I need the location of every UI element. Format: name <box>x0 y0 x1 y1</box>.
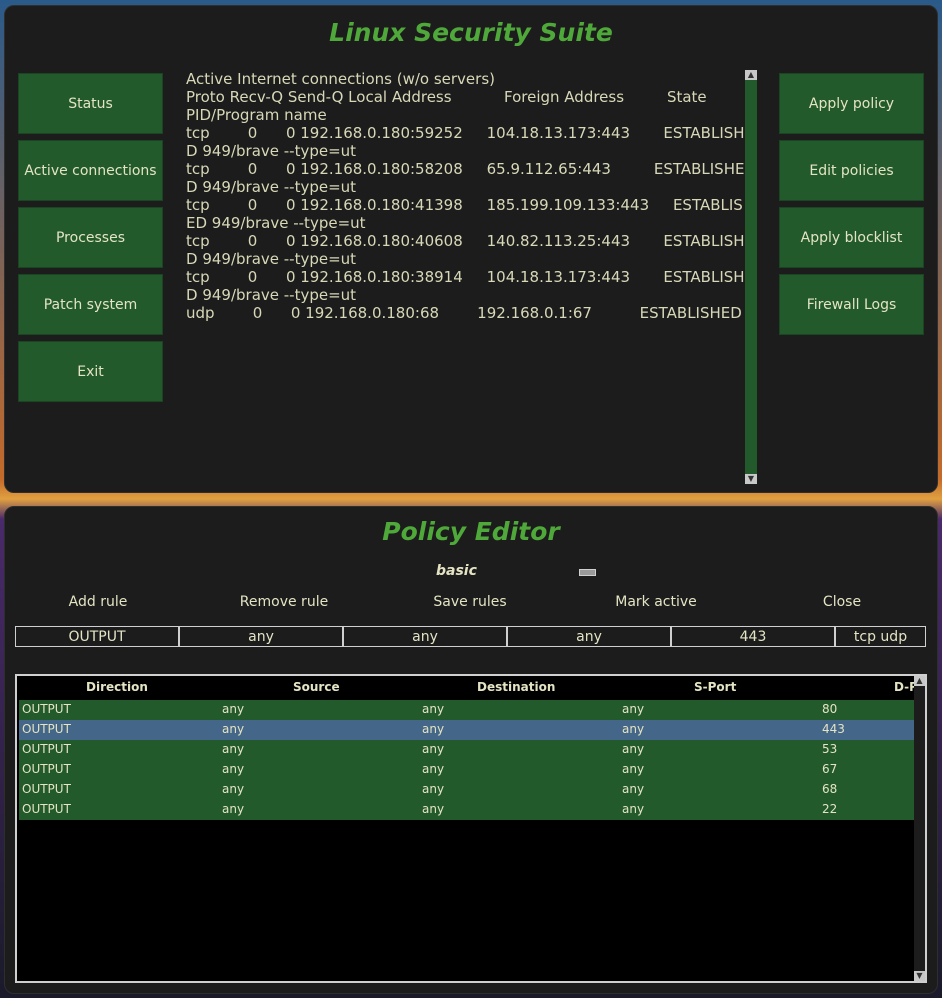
output-line: Proto Recv-Q Send-Q Local Address Foreig… <box>186 88 707 106</box>
connections-output: Active Internet connections (w/o servers… <box>186 70 744 482</box>
column-header-destination[interactable]: Destination <box>477 680 555 694</box>
cell-destination: any <box>422 782 445 796</box>
column-header-sport[interactable]: S-Port <box>694 680 736 694</box>
cell-sport: any <box>622 722 645 736</box>
cell-destination: any <box>422 742 445 756</box>
table-row[interactable]: OUTPUT any any any 80 <box>19 700 914 720</box>
output-line: Active Internet connections (w/o servers… <box>186 70 495 88</box>
cell-destination: any <box>422 762 445 776</box>
firewall-logs-button[interactable]: Firewall Logs <box>779 274 924 335</box>
cell-dport: 53 <box>822 742 838 756</box>
source-port-field[interactable]: any <box>507 626 671 647</box>
cell-direction: OUTPUT <box>22 722 71 736</box>
cell-dport: 80 <box>822 702 838 716</box>
add-rule-button[interactable]: Add rule <box>48 594 148 610</box>
cell-sport: any <box>622 762 645 776</box>
output-line: udp 0 0 192.168.0.180:68 192.168.0.1:67 … <box>186 304 744 322</box>
scroll-up-icon[interactable]: ▲ <box>745 70 757 80</box>
cell-destination: any <box>422 702 445 716</box>
output-line: tcp 0 0 192.168.0.180:38914 104.18.13.17… <box>186 268 744 286</box>
cell-source: any <box>222 722 245 736</box>
apply-policy-button[interactable]: Apply policy <box>779 73 924 134</box>
cell-dport: 67 <box>822 762 838 776</box>
app-title: Linux Security Suite <box>329 18 613 47</box>
column-header-direction[interactable]: Direction <box>86 680 148 694</box>
status-button[interactable]: Status <box>18 73 163 134</box>
rules-table: Direction Source Destination S-Port D-P … <box>15 674 927 983</box>
patch-system-button[interactable]: Patch system <box>18 274 163 335</box>
output-line: tcp 0 0 192.168.0.180:59252 104.18.13.17… <box>186 124 744 142</box>
cell-source: any <box>222 802 245 816</box>
cell-source: any <box>222 742 245 756</box>
table-row[interactable]: OUTPUT any any any 68 <box>19 780 914 800</box>
cell-dport: 443 <box>822 722 845 736</box>
output-line: D 949/brave --type=ut <box>186 250 357 268</box>
cell-destination: any <box>422 722 445 736</box>
table-row[interactable]: OUTPUT any any any 53 <box>19 740 914 760</box>
output-line: tcp 0 0 192.168.0.180:58208 65.9.112.65:… <box>186 160 744 178</box>
cell-sport: any <box>622 742 645 756</box>
cell-direction: OUTPUT <box>22 782 71 796</box>
protocol-field[interactable]: tcp udp <box>835 626 926 647</box>
cell-direction: OUTPUT <box>22 762 71 776</box>
output-line: PID/Program name <box>186 106 327 124</box>
remove-rule-button[interactable]: Remove rule <box>224 594 344 610</box>
processes-button[interactable]: Processes <box>18 207 163 268</box>
cell-direction: OUTPUT <box>22 802 71 816</box>
output-line: D 949/brave --type=ut <box>186 286 357 304</box>
destination-field[interactable]: any <box>343 626 507 647</box>
exit-button[interactable]: Exit <box>18 341 163 402</box>
cell-source: any <box>222 782 245 796</box>
direction-field[interactable]: OUTPUT <box>15 626 179 647</box>
table-scrollbar[interactable]: ▲ ▼ <box>914 676 925 981</box>
main-window: Linux Security Suite Status Active conne… <box>4 5 938 493</box>
policy-dropdown-toggle[interactable] <box>579 569 596 576</box>
cell-destination: any <box>422 802 445 816</box>
cell-direction: OUTPUT <box>22 742 71 756</box>
apply-blocklist-button[interactable]: Apply blocklist <box>779 207 924 268</box>
close-button[interactable]: Close <box>812 594 872 610</box>
output-line: ED 949/brave --type=ut <box>186 214 366 232</box>
cell-direction: OUTPUT <box>22 702 71 716</box>
output-line: tcp 0 0 192.168.0.180:40608 140.82.113.2… <box>186 232 744 250</box>
cell-sport: any <box>622 782 645 796</box>
cell-sport: any <box>622 702 645 716</box>
policy-editor-title: Policy Editor <box>382 517 560 546</box>
output-line: D 949/brave --type=ut <box>186 178 357 196</box>
mark-active-button[interactable]: Mark active <box>606 594 706 610</box>
output-line: D 949/brave --type=ut <box>186 142 357 160</box>
scroll-down-icon[interactable]: ▼ <box>745 474 757 484</box>
table-row[interactable]: OUTPUT any any any 67 <box>19 760 914 780</box>
cell-dport: 68 <box>822 782 838 796</box>
column-header-source[interactable]: Source <box>293 680 340 694</box>
save-rules-button[interactable]: Save rules <box>420 594 520 610</box>
policy-name-label: basic <box>436 563 477 579</box>
output-scrollbar[interactable]: ▲ ▼ <box>745 70 757 484</box>
cell-source: any <box>222 702 245 716</box>
scroll-up-icon[interactable]: ▲ <box>914 676 925 686</box>
active-connections-button[interactable]: Active connections <box>18 140 163 201</box>
table-row-selected[interactable]: OUTPUT any any any 443 <box>19 720 914 740</box>
scroll-down-icon[interactable]: ▼ <box>914 971 925 981</box>
cell-sport: any <box>622 802 645 816</box>
destination-port-field[interactable]: 443 <box>671 626 835 647</box>
edit-policies-button[interactable]: Edit policies <box>779 140 924 201</box>
table-row[interactable]: OUTPUT any any any 22 <box>19 800 914 820</box>
cell-source: any <box>222 762 245 776</box>
source-field[interactable]: any <box>179 626 343 647</box>
output-line: tcp 0 0 192.168.0.180:41398 185.199.109.… <box>186 196 744 214</box>
cell-dport: 22 <box>822 802 838 816</box>
